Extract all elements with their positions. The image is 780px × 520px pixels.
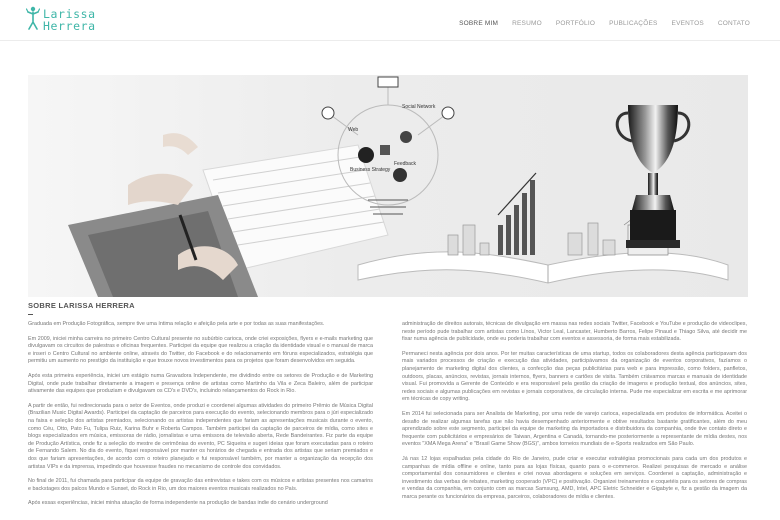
about-text-right-column: administração de direitos autorais, técn… xyxy=(402,321,747,520)
doodle-label-business-strategy: Business Strategy xyxy=(350,167,391,173)
about-paragraph: Permaneci nesta agência por dois anos. P… xyxy=(402,350,747,403)
hero-illustration: Social Network Web Business Strategy Fee… xyxy=(28,75,748,297)
nav-item-portfolio[interactable]: PORTFÓLIO xyxy=(556,20,595,32)
about-paragraph: Já nas 12 lojas espalhadas pela cidade d… xyxy=(402,455,747,500)
about-paragraph: No final de 2011, fui chamada para parti… xyxy=(28,478,373,492)
title-underline-divider xyxy=(28,314,33,315)
main-nav: SOBRE MIM RESUMO PORTFÓLIO PUBLICAÇÕES E… xyxy=(459,20,750,32)
about-paragraph: Graduada em Produção Fotográfica, sempre… xyxy=(28,321,325,327)
about-paragraph: Em 2014 fui selecionada para ser Analist… xyxy=(402,410,747,448)
site-logo[interactable]: Larissa Herrera xyxy=(26,3,116,37)
about-paragraph: Após esta primeira experiência, iniciei … xyxy=(28,372,373,395)
nav-item-eventos[interactable]: EVENTOS xyxy=(672,20,704,32)
nav-item-publicacoes[interactable]: PUBLICAÇÕES xyxy=(609,20,657,32)
section-title: SOBRE LARISSA HERRERA xyxy=(28,301,135,310)
about-text-left-column: Graduada em Produção Fotográfica, sempre… xyxy=(28,321,373,520)
about-paragraph: Em 2009, iniciei minha carreira no prime… xyxy=(28,335,373,365)
about-paragraph: administração de direitos autorais, técn… xyxy=(402,321,747,343)
doodle-label-web: Web xyxy=(348,127,358,133)
logo-text-line2: Herrera xyxy=(43,19,96,33)
nav-item-sobre-mim[interactable]: SOBRE MIM xyxy=(459,20,498,32)
about-paragraph: Após essas experiências, iniciei minha a… xyxy=(28,500,328,507)
about-paragraph: A partir de então, fui redirecionada par… xyxy=(28,402,373,470)
hero-banner-image: Social Network Web Business Strategy Fee… xyxy=(28,75,748,297)
doodle-label-feedback: Feedback xyxy=(394,161,416,167)
nav-item-contato[interactable]: CONTATO xyxy=(718,20,750,32)
nav-item-resumo[interactable]: RESUMO xyxy=(512,20,542,32)
figure-logo-icon xyxy=(26,6,40,30)
top-navigation-bar: Larissa Herrera SOBRE MIM RESUMO PORTFÓL… xyxy=(0,0,780,41)
doodle-label-social-network: Social Network xyxy=(402,104,436,110)
